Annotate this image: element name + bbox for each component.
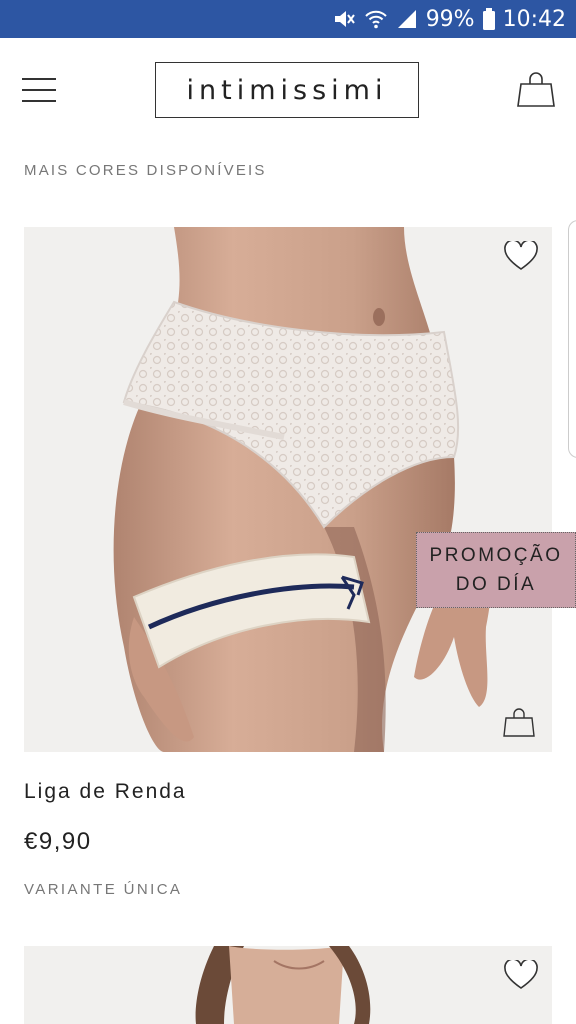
product-variant: VARIANTE ÚNICA bbox=[24, 881, 183, 898]
battery-percent: 99% bbox=[425, 6, 475, 32]
clock: 10:42 bbox=[502, 6, 566, 32]
next-product-card[interactable] bbox=[24, 946, 552, 1024]
product-card[interactable] bbox=[24, 227, 552, 752]
next-product-photo bbox=[195, 946, 371, 1024]
brand-logo[interactable]: intimissimi bbox=[155, 62, 419, 118]
mute-icon bbox=[334, 11, 355, 27]
hamburger-menu-icon[interactable] bbox=[22, 78, 56, 104]
more-colors-label[interactable]: MAIS CORES DISPONÍVEIS bbox=[24, 162, 267, 179]
product-name[interactable]: Liga de Renda bbox=[24, 780, 187, 804]
side-drawer-handle[interactable] bbox=[568, 220, 576, 458]
wifi-icon bbox=[364, 10, 387, 29]
promo-line-1: PROMOÇÃO bbox=[429, 545, 563, 566]
promo-of-the-day-badge[interactable]: PROMOÇÃO DO DÍA bbox=[416, 532, 576, 608]
heart-icon[interactable] bbox=[504, 960, 538, 990]
status-bar: 99% 10:42 bbox=[0, 0, 576, 38]
add-to-bag-icon[interactable] bbox=[502, 708, 536, 738]
battery-icon bbox=[482, 8, 495, 30]
promo-line-2: DO DÍA bbox=[455, 574, 537, 595]
shopping-bag-icon[interactable] bbox=[516, 72, 556, 108]
signal-icon bbox=[397, 10, 416, 28]
product-image[interactable] bbox=[24, 227, 552, 752]
heart-icon[interactable] bbox=[504, 241, 538, 271]
product-photo bbox=[113, 227, 492, 752]
app-header: intimissimi bbox=[0, 38, 576, 142]
product-price: €9,90 bbox=[24, 828, 92, 855]
